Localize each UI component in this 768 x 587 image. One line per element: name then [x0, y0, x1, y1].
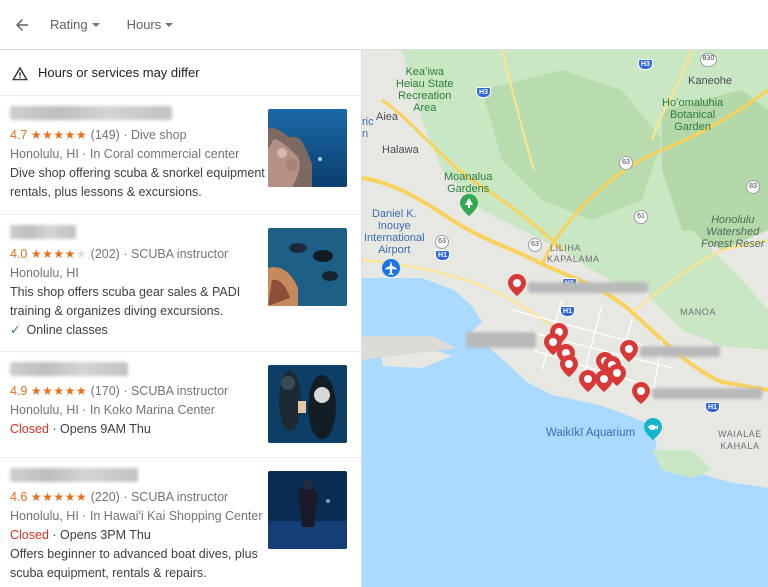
- redacted-place-label: [652, 388, 762, 399]
- business-photo[interactable]: [268, 365, 347, 443]
- category: Dive shop: [130, 128, 187, 142]
- route-marker: 63: [528, 238, 542, 252]
- business-photo[interactable]: [268, 228, 347, 306]
- redacted-place-label: [528, 282, 648, 293]
- airport-marker-icon[interactable]: [382, 258, 400, 280]
- hours-filter[interactable]: Hours: [117, 10, 184, 40]
- map-label-waialae: WAIALAE KAHALA: [718, 429, 762, 451]
- dive-shop-pin[interactable]: [632, 382, 650, 404]
- star-rating: ★★★★★: [30, 247, 88, 261]
- route-marker: 63: [435, 235, 449, 249]
- warning-icon: [12, 65, 28, 80]
- category: SCUBA instructor: [130, 490, 229, 504]
- list-item[interactable]: 4.9 ★★★★★ (170) · SCUBA instructor Honol…: [0, 352, 361, 458]
- closed-badge: Closed: [10, 528, 49, 542]
- business-name-redacted: [10, 362, 128, 376]
- description: This shop offers scuba gear sales & PADI…: [10, 285, 241, 318]
- map-label-aiea: Aiea: [376, 111, 399, 123]
- rating-value: 4.0: [10, 247, 28, 261]
- map-label-honolulu-watershed: Honolulu Watershed Forest Reser: [701, 214, 765, 250]
- star-rating: ★★★★★: [30, 490, 88, 504]
- review-count: (149): [90, 128, 120, 142]
- dive-shop-pin[interactable]: [508, 274, 526, 296]
- list-item[interactable]: 4.0 ★★★★★ (202) · SCUBA instructor Honol…: [0, 215, 361, 352]
- review-count: (220): [90, 490, 120, 504]
- rating-filter-label: Rating: [50, 17, 88, 32]
- review-count: (202): [90, 247, 120, 261]
- opens-text: · Opens 3PM Thu: [52, 528, 151, 542]
- rating-filter[interactable]: Rating: [40, 10, 110, 40]
- chevron-down-icon: [91, 23, 100, 27]
- rating-value: 4.6: [10, 490, 28, 504]
- top-toolbar: Rating Hours: [0, 0, 768, 50]
- highway-shield: 830: [700, 53, 717, 67]
- map-label-ric: ric n: [362, 116, 374, 140]
- map-view[interactable]: Keaʻiwa Heiau State Recreation Area Kane…: [362, 50, 768, 587]
- business-name-redacted: [10, 225, 76, 239]
- business-photo[interactable]: [268, 109, 347, 187]
- closed-badge: Closed: [10, 422, 49, 436]
- redacted-place-label: [640, 346, 720, 357]
- interstate-shield: H3: [476, 87, 491, 98]
- check-icon: ✓: [10, 323, 21, 337]
- interstate-shield: H3: [638, 59, 653, 70]
- description: Dive shop offering scuba & snorkel equip…: [10, 166, 265, 199]
- park-marker-icon[interactable]: [460, 194, 478, 216]
- description: Offers beginner to advanced boat dives, …: [10, 547, 258, 580]
- map-label-keaiwa: Keaʻiwa Heiau State Recreation Area: [396, 66, 454, 114]
- aquarium-marker-icon[interactable]: [644, 418, 662, 440]
- dive-shop-pin[interactable]: [620, 340, 638, 362]
- rating-value: 4.9: [10, 384, 28, 398]
- service-label: Online classes: [26, 323, 108, 337]
- interstate-shield: H1: [705, 402, 720, 413]
- opens-text: · Opens 9AM Thu: [52, 422, 151, 436]
- results-panel[interactable]: Hours or services may differ 4.7 ★★★★★ (…: [0, 50, 362, 587]
- map-label-kaneohe: Kaneohe: [688, 75, 733, 87]
- star-rating: ★★★★★: [30, 128, 88, 142]
- review-count: (170): [90, 384, 120, 398]
- category: SCUBA instructor: [130, 384, 229, 398]
- back-button[interactable]: [2, 5, 42, 45]
- route-marker: 61: [634, 210, 648, 224]
- map-label-kapalama: KAPALAMA: [547, 254, 600, 264]
- redacted-place-label: [466, 332, 536, 348]
- list-item[interactable]: 4.7 ★★★★★ (149) · Dive shop Honolulu, HI…: [0, 96, 361, 215]
- list-item[interactable]: 4.6 ★★★★★ (220) · SCUBA instructor Honol…: [0, 458, 361, 587]
- map-label-manoa: MANOA: [680, 307, 717, 317]
- hours-notice: Hours or services may differ: [0, 50, 361, 96]
- category: SCUBA instructor: [130, 247, 229, 261]
- service-option: ✓ Online classes: [10, 321, 361, 340]
- business-name-redacted: [10, 468, 138, 482]
- chevron-down-icon: [165, 23, 174, 27]
- dive-shop-pin[interactable]: [560, 355, 578, 377]
- map-label-moanalua: Moanalua Gardens: [444, 171, 493, 195]
- map-label-aquarium: Waikīkī Aquarium: [546, 427, 636, 439]
- interstate-shield: H1: [560, 306, 575, 317]
- route-marker: 63: [619, 156, 633, 170]
- rating-value: 4.7: [10, 128, 28, 142]
- business-photo[interactable]: [268, 471, 347, 549]
- arrow-left-icon: [16, 18, 28, 31]
- map-label-airport: Daniel K. Inouye International Airport: [364, 208, 425, 256]
- map-label-halawa: Halawa: [382, 144, 419, 156]
- interstate-shield: H1: [435, 250, 450, 261]
- notice-text: Hours or services may differ: [38, 65, 200, 80]
- business-name-redacted: [10, 106, 172, 120]
- hours-filter-label: Hours: [126, 17, 162, 32]
- map-label-hoomaluhia: Hoʻomaluhia Botanical Garden: [662, 97, 724, 133]
- dive-shop-pin[interactable]: [595, 370, 613, 392]
- star-rating: ★★★★★: [30, 384, 88, 398]
- route-marker: 83: [746, 180, 760, 194]
